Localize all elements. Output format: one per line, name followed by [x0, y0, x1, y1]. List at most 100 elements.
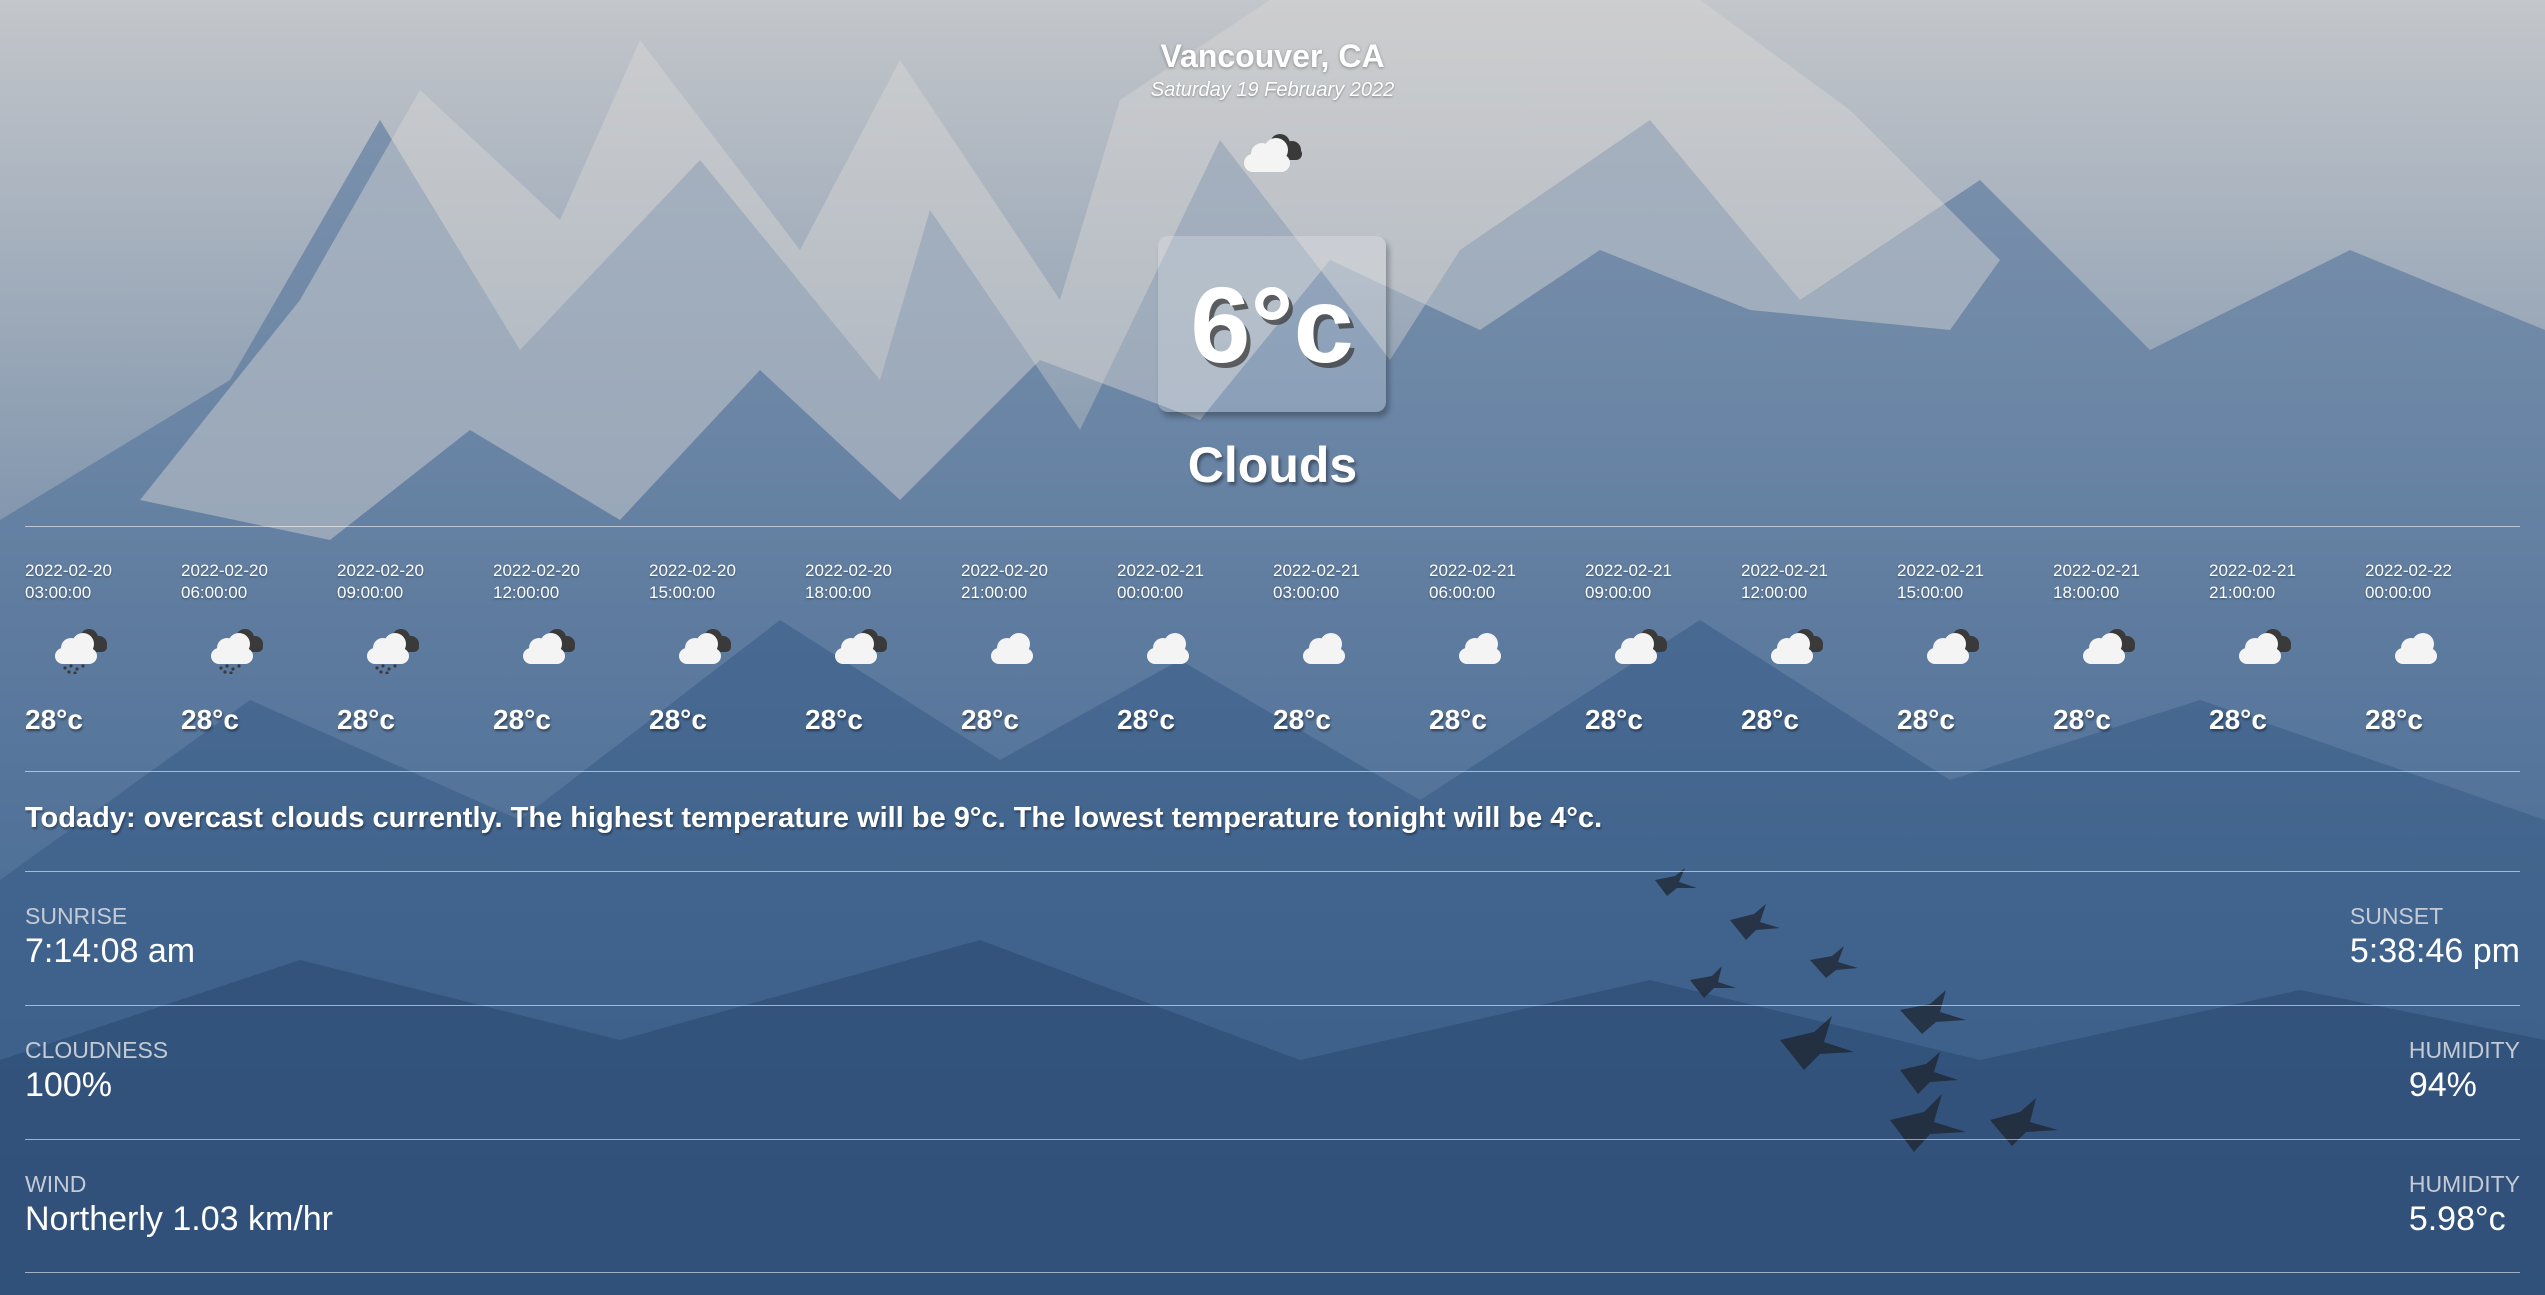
forecast-datetime: 2022-02-22 00:00:00 — [2365, 560, 2515, 604]
divider — [25, 1139, 2520, 1140]
forecast-temperature: 28°c — [1117, 704, 1175, 735]
sunset-stat: SUNSET 5:38:46 pm — [2350, 903, 2520, 971]
sunset-label: SUNSET — [2349, 903, 2444, 929]
forecast-temperature: 28°c — [2209, 704, 2267, 735]
forecast-item: 2022-02-20 15:00:00 28°c — [649, 560, 799, 735]
current-date: Saturday 19 February 2022 — [1150, 79, 1395, 101]
forecast-date: 2022-02-21 — [1429, 561, 1516, 580]
forecast-temperature: 28°c — [1585, 704, 1643, 735]
humidity2-stat: HUMIDITY 5.98°c — [2409, 1171, 2520, 1239]
forecast-time: 03:00:00 — [1273, 583, 1340, 602]
humidity-label: HUMIDITY — [2408, 1037, 2520, 1063]
current-temperature: 6°c — [1158, 236, 1386, 412]
broken-clouds-icon — [523, 629, 575, 664]
rain-cloud-icon — [367, 629, 419, 674]
forecast-datetime: 2022-02-20 06:00:00 — [181, 560, 331, 604]
forecast-item: 2022-02-21 06:00:00 28°c — [1429, 560, 1579, 735]
forecast-time: 09:00:00 — [1585, 583, 1652, 602]
forecast-time: 03:00:00 — [25, 583, 92, 602]
cloudiness-stat: CLOUDNESS 100% — [25, 1037, 168, 1105]
forecast-time: 15:00:00 — [1897, 583, 1964, 602]
broken-clouds-icon — [2239, 629, 2291, 664]
forecast-temperature: 28°c — [1273, 704, 1331, 735]
forecast-item: 2022-02-20 03:00:00 28°c — [25, 560, 175, 735]
forecast-date: 2022-02-20 — [961, 561, 1048, 580]
forecast-time: 21:00:00 — [961, 583, 1028, 602]
forecast-time: 06:00:00 — [1429, 583, 1496, 602]
divider — [25, 771, 2520, 772]
broken-clouds-icon — [835, 629, 887, 664]
forecast-item: 2022-02-20 09:00:00 28°c — [337, 560, 487, 735]
forecast-item: 2022-02-21 00:00:00 28°c — [1117, 560, 1267, 735]
forecast-datetime: 2022-02-21 12:00:00 — [1741, 560, 1891, 604]
forecast-date: 2022-02-20 — [649, 561, 736, 580]
weather-app: Vancouver, CA Saturday 19 February 2022 … — [0, 0, 2545, 1295]
forecast-temperature: 28°c — [1429, 704, 1487, 735]
forecast-date: 2022-02-20 — [337, 561, 424, 580]
forecast-time: 06:00:00 — [181, 583, 248, 602]
sunset-value: 5:38:46 pm — [2349, 932, 2520, 970]
forecast-temperature: 28°c — [649, 704, 707, 735]
forecast-temperature: 28°c — [1897, 704, 1955, 735]
forecast-temperature: 28°c — [805, 704, 863, 735]
location-header: Vancouver, CA Saturday 19 February 2022 — [0, 38, 2545, 102]
forecast-item: 2022-02-21 18:00:00 28°c — [2053, 560, 2203, 735]
forecast-date: 2022-02-21 — [2053, 561, 2140, 580]
forecast-date: 2022-02-21 — [1117, 561, 1204, 580]
forecast-temperature: 28°c — [493, 704, 551, 735]
forecast-item: 2022-02-20 21:00:00 28°c — [961, 560, 1111, 735]
forecast-time: 00:00:00 — [2365, 583, 2432, 602]
forecast-item: 2022-02-21 09:00:00 28°c — [1585, 560, 1735, 735]
sunrise-label: SUNRISE — [25, 903, 128, 929]
forecast-datetime: 2022-02-20 21:00:00 — [961, 560, 1111, 604]
forecast-temperature: 28°c — [25, 704, 83, 735]
forecast-datetime: 2022-02-20 03:00:00 — [25, 560, 175, 604]
forecast-time: 12:00:00 — [493, 583, 560, 602]
rain-cloud-icon — [55, 629, 107, 674]
divider — [25, 871, 2520, 872]
forecast-datetime: 2022-02-21 00:00:00 — [1117, 560, 1267, 604]
forecast-date: 2022-02-20 — [25, 561, 112, 580]
forecast-datetime: 2022-02-21 21:00:00 — [2209, 560, 2359, 604]
cloudiness-label: CLOUDNESS — [25, 1037, 169, 1063]
forecast-item: 2022-02-21 03:00:00 28°c — [1273, 560, 1423, 735]
cloudiness-value: 100% — [25, 1066, 112, 1104]
cloud-icon — [1303, 633, 1345, 664]
humidity2-label: HUMIDITY — [2408, 1171, 2520, 1197]
forecast-temperature: 28°c — [181, 704, 239, 735]
forecast-time: 18:00:00 — [805, 583, 872, 602]
forecast-item: 2022-02-20 18:00:00 28°c — [805, 560, 955, 735]
forecast-item: 2022-02-22 00:00:00 28°c — [2365, 560, 2515, 735]
forecast-temperature: 28°c — [961, 704, 1019, 735]
forecast-date: 2022-02-22 — [2365, 561, 2452, 580]
forecast-datetime: 2022-02-20 18:00:00 — [805, 560, 955, 604]
broken-clouds-icon — [679, 629, 731, 664]
humidity-stat: HUMIDITY 94% — [2409, 1037, 2520, 1105]
cloud-icon — [1147, 633, 1189, 664]
forecast-date: 2022-02-21 — [1273, 561, 1360, 580]
forecast-time: 21:00:00 — [2209, 583, 2276, 602]
broken-clouds-icon — [2083, 629, 2135, 664]
cloud-icon — [1459, 633, 1501, 664]
cloud-icon — [2395, 633, 2437, 664]
forecast-item: 2022-02-21 15:00:00 28°c — [1897, 560, 2047, 735]
sunrise-value: 7:14:08 am — [25, 932, 196, 970]
forecast-date: 2022-02-21 — [1741, 561, 1828, 580]
current-condition: Clouds — [1187, 437, 1358, 493]
forecast-time: 15:00:00 — [649, 583, 716, 602]
forecast-datetime: 2022-02-20 09:00:00 — [337, 560, 487, 604]
forecast-item: 2022-02-20 12:00:00 28°c — [493, 560, 643, 735]
wind-label: WIND — [25, 1171, 87, 1197]
forecast-datetime: 2022-02-21 15:00:00 — [1897, 560, 2047, 604]
city-name: Vancouver, CA — [1160, 38, 1385, 74]
broken-clouds-icon — [1927, 629, 1979, 664]
humidity2-value: 5.98°c — [2408, 1200, 2506, 1238]
forecast-datetime: 2022-02-21 09:00:00 — [1585, 560, 1735, 604]
forecast-datetime: 2022-02-21 03:00:00 — [1273, 560, 1423, 604]
divider — [25, 1005, 2520, 1006]
cloud-icon — [1244, 134, 1302, 172]
divider — [25, 1272, 2520, 1273]
forecast-item: 2022-02-21 12:00:00 28°c — [1741, 560, 1891, 735]
forecast-date: 2022-02-20 — [181, 561, 268, 580]
forecast-date: 2022-02-21 — [1897, 561, 1984, 580]
